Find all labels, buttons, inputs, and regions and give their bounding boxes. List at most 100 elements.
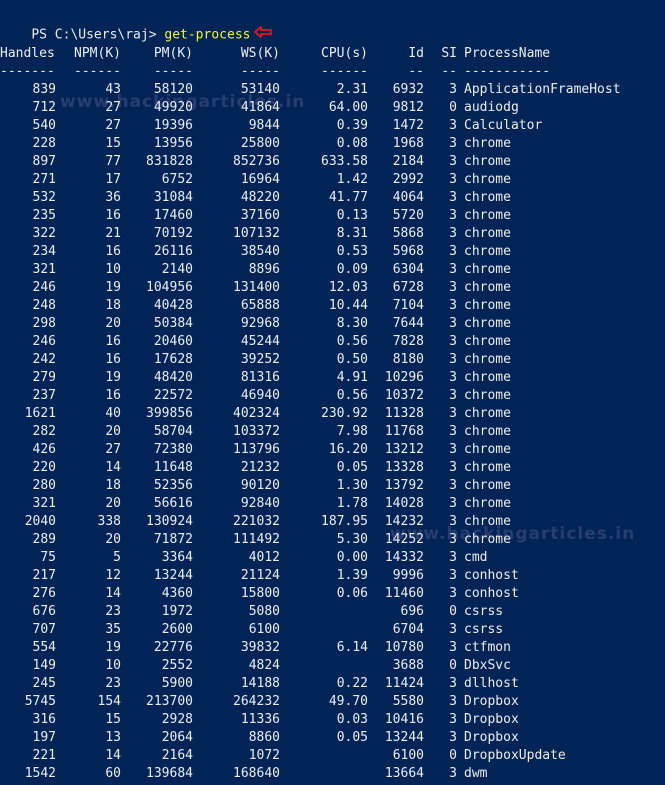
cell-pm: 104956 — [146, 280, 193, 295]
cell-process-name: chrome — [464, 298, 511, 313]
cell-handles: 246 — [32, 280, 56, 295]
cell-handles: 220 — [32, 460, 56, 475]
cell-id: 13212 — [384, 442, 424, 457]
cell-id: 3688 — [392, 658, 424, 673]
cell-process-name: chrome — [464, 442, 511, 457]
table-row: 276 14 4360 15800 0.06 11460 3 conhost — [0, 585, 665, 603]
cell-si: 3 — [449, 82, 457, 97]
cell-ws: 25800 — [240, 136, 280, 151]
cell-pm: 72380 — [153, 442, 193, 457]
cell-ws: 852736 — [233, 154, 280, 169]
cell-npm: 36 — [105, 190, 121, 205]
underline-ws: ----- — [240, 64, 280, 79]
cell-id: 14252 — [384, 532, 424, 547]
cell-process-name: dwm — [464, 766, 488, 781]
cell-ws: 103372 — [233, 424, 280, 439]
table-row: 279 19 48420 81316 4.91 10296 3 chrome — [0, 369, 665, 387]
cell-npm: 15 — [105, 136, 121, 151]
cell-cpu: 1.78 — [336, 496, 368, 511]
cell-id: 7828 — [392, 334, 424, 349]
cell-cpu: 6.14 — [336, 640, 368, 655]
cell-id: 13328 — [384, 460, 424, 475]
cell-npm: 16 — [105, 352, 121, 367]
cell-id: 13792 — [384, 478, 424, 493]
cell-id: 5720 — [392, 208, 424, 223]
header-handles: Handles — [0, 46, 55, 61]
cell-ws: 11336 — [240, 712, 280, 727]
table-row: 235 16 17460 37160 0.13 5720 3 chrome — [0, 207, 665, 225]
cell-ws: 131400 — [233, 280, 280, 295]
table-row: 322 21 70192 107132 8.31 5868 3 chrome — [0, 225, 665, 243]
cell-process-name: chrome — [464, 172, 511, 187]
table-row: 245 23 5900 14188 0.22 11424 3 dllhost — [0, 675, 665, 693]
cell-ws: 16964 — [240, 172, 280, 187]
cell-si: 3 — [449, 118, 457, 133]
table-row: 271 17 6752 16964 1.42 2992 3 chrome — [0, 171, 665, 189]
cell-pm: 19396 — [153, 118, 193, 133]
underline-handles: ------- — [0, 64, 55, 79]
table-row: 242 16 17628 39252 0.50 8180 3 chrome — [0, 351, 665, 369]
cell-cpu: 0.53 — [336, 244, 368, 259]
cell-ws: 38540 — [240, 244, 280, 259]
cell-process-name: chrome — [464, 406, 511, 421]
cell-ws: 81316 — [240, 370, 280, 385]
cell-pm: 50384 — [153, 316, 193, 331]
table-row: 246 16 20460 45244 0.56 7828 3 chrome — [0, 333, 665, 351]
header-pm: PM(K) — [153, 46, 193, 61]
cell-handles: 321 — [32, 262, 56, 277]
cell-si: 3 — [449, 262, 457, 277]
cell-ws: 45244 — [240, 334, 280, 349]
cell-cpu: 64.00 — [328, 100, 368, 115]
cell-id: 14232 — [384, 514, 424, 529]
cell-ws: 168640 — [233, 766, 280, 781]
cell-handles: 676 — [32, 604, 56, 619]
cell-si: 0 — [449, 658, 457, 673]
header-npm: NPM(K) — [74, 46, 121, 61]
cell-si: 3 — [449, 496, 457, 511]
cell-ws: 39252 — [240, 352, 280, 367]
cell-npm: 14 — [105, 586, 121, 601]
cell-handles: 228 — [32, 136, 56, 151]
cell-ws: 402324 — [233, 406, 280, 421]
cell-process-name: chrome — [464, 136, 511, 151]
cell-id: 7104 — [392, 298, 424, 313]
cell-npm: 20 — [105, 532, 121, 547]
cell-handles: 321 — [32, 496, 56, 511]
cell-pm: 58704 — [153, 424, 193, 439]
cell-npm: 19 — [105, 370, 121, 385]
cell-npm: 18 — [105, 298, 121, 313]
table-row: 217 12 13244 21124 1.39 9996 3 conhost — [0, 567, 665, 585]
cell-handles: 1621 — [24, 406, 56, 421]
cell-id: 2992 — [392, 172, 424, 187]
cell-si: 0 — [449, 748, 457, 763]
cell-process-name: Dropbox — [464, 730, 519, 745]
cell-id: 13664 — [384, 766, 424, 781]
cell-id: 4064 — [392, 190, 424, 205]
cell-npm: 20 — [105, 424, 121, 439]
cell-process-name: Dropbox — [464, 694, 519, 709]
table-row: 676 23 1972 5080 696 0 csrss — [0, 603, 665, 621]
table-row: 321 10 2140 8896 0.09 6304 3 chrome — [0, 261, 665, 279]
cell-si: 3 — [449, 514, 457, 529]
cell-id: 696 — [400, 604, 424, 619]
cell-id: 9812 — [392, 100, 424, 115]
cell-ws: 4012 — [248, 550, 280, 565]
cell-id: 6704 — [392, 622, 424, 637]
cell-si: 3 — [449, 226, 457, 241]
underline-si: -- — [441, 64, 457, 79]
left-arrow-icon — [254, 26, 273, 44]
cell-pm: 17460 — [153, 208, 193, 223]
cell-process-name: conhost — [464, 568, 519, 583]
powershell-terminal[interactable]: PS C:\Users\raj> get-process www.hacking… — [0, 0, 665, 785]
cell-pm: 52356 — [153, 478, 193, 493]
cell-handles: 221 — [32, 748, 56, 763]
cell-pm: 2552 — [161, 658, 193, 673]
cell-pm: 2600 — [161, 622, 193, 637]
cell-cpu: 0.09 — [336, 262, 368, 277]
cell-pm: 11648 — [153, 460, 193, 475]
cell-npm: 15 — [105, 712, 121, 727]
cell-process-name: chrome — [464, 370, 511, 385]
cell-pm: 139684 — [146, 766, 193, 781]
cell-si: 0 — [449, 100, 457, 115]
cell-id: 5968 — [392, 244, 424, 259]
